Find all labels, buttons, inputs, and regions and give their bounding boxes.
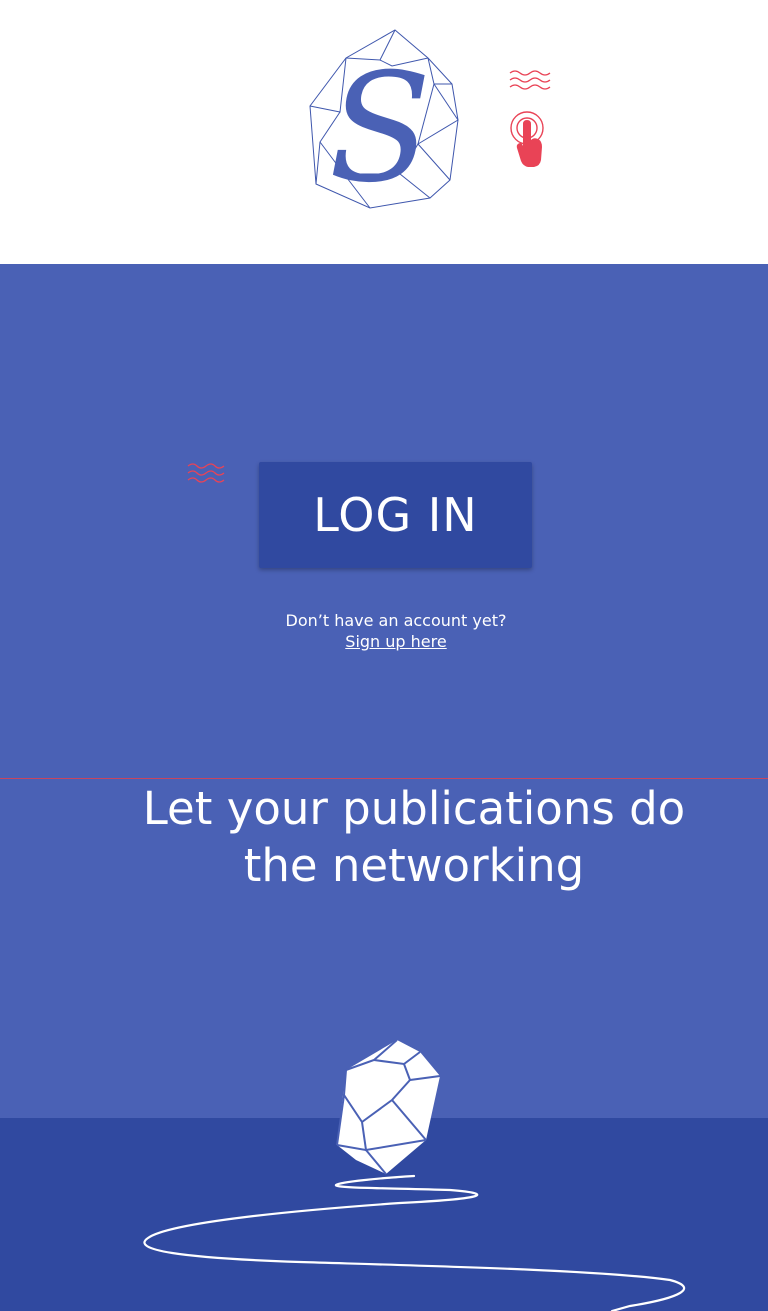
crystal-s-logo-icon: S (309, 29, 459, 216)
waves-icon (187, 463, 225, 483)
divider-line (0, 778, 768, 779)
waves-icon (509, 70, 551, 90)
signup-prompt-block: Don’t have an account yet? Sign up here (0, 610, 768, 652)
tagline: Let your publications do the networking (142, 782, 686, 892)
path-line (143, 1174, 685, 1311)
svg-text:S: S (329, 42, 432, 216)
gem-path-illustration (143, 1039, 685, 1311)
login-button[interactable]: LOG IN (259, 462, 532, 568)
signup-link[interactable]: Sign up here (345, 631, 446, 652)
main-panel (0, 264, 768, 1118)
tap-finger-icon (509, 70, 551, 167)
gem-icon (336, 1039, 441, 1175)
signup-prompt-text: Don’t have an account yet? (285, 611, 507, 630)
header: S (0, 0, 768, 264)
